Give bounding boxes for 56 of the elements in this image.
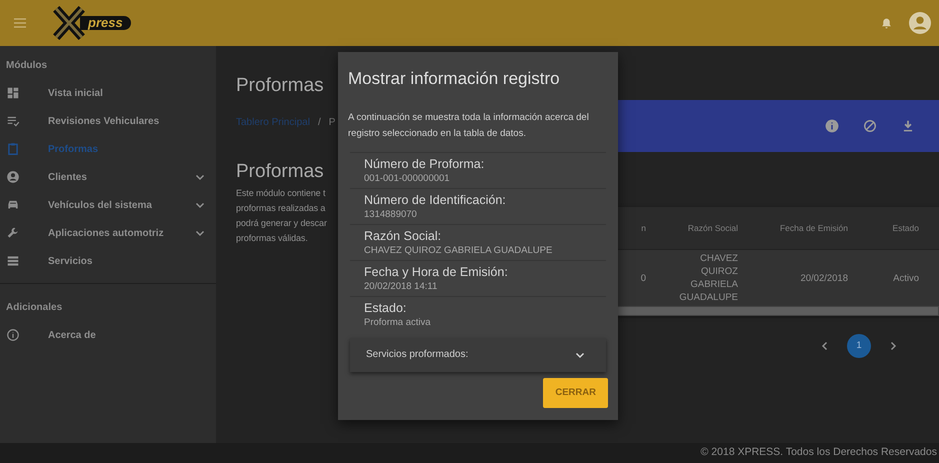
- clipboard-icon: [6, 142, 20, 156]
- column-header: Fecha de Emisión: [778, 222, 848, 234]
- field-label: Estado:: [364, 300, 408, 316]
- logo[interactable]: press: [52, 5, 131, 41]
- section-title: Proformas: [236, 160, 325, 184]
- breadcrumb-item: P: [328, 116, 336, 130]
- page-button[interactable]: 1: [847, 334, 871, 358]
- field-value: 20/02/2018 14:11: [364, 280, 438, 294]
- field-label: Número de Identificación:: [364, 192, 507, 208]
- download-icon[interactable]: [901, 119, 915, 133]
- sidebar-item[interactable]: Clientes: [0, 163, 216, 191]
- field-value: CHAVEZ QUIROZ GABRIELA GUADALUPE: [364, 244, 554, 258]
- dashboard-icon: [6, 86, 20, 100]
- close-button[interactable]: CERRAR: [543, 378, 608, 408]
- info-icon[interactable]: [825, 119, 839, 133]
- copyright-text: © 2018 XPRESS. Todos los Derechos Reservados: [700, 445, 937, 460]
- field-label: Número de Proforma:: [364, 156, 486, 172]
- field-value: 1314889070: [364, 208, 418, 222]
- expansion-panel[interactable]: Servicios proformados:: [350, 338, 606, 372]
- wrench-icon: [6, 226, 20, 240]
- field-value: Proforma activa: [364, 316, 432, 330]
- table-cell: CHAVEZ QUIROZ GABRIELA GUADALUPE: [678, 252, 738, 304]
- sidebar-item[interactable]: Acerca de: [0, 321, 216, 349]
- description-line: proformas válidas.: [236, 232, 309, 245]
- table-cell-text: Activo: [892, 272, 919, 284]
- description-line: podrá generar y descar: [236, 217, 328, 230]
- column-header: Estado: [892, 222, 919, 234]
- page-title: Proformas: [236, 74, 325, 98]
- breadcrumb-separator: /: [318, 116, 321, 130]
- sidebar-item[interactable]: Revisiones Vehiculares: [0, 107, 216, 135]
- column-header: Razón Social: [686, 222, 738, 234]
- description-line: proformas realizadas a: [236, 202, 326, 215]
- dialog-description: A continuación se muestra toda la información acerca del registro seleccionado en la tabla de datos.: [348, 110, 590, 140]
- info-icon: [6, 328, 20, 342]
- avatar-icon[interactable]: [909, 12, 931, 34]
- person-circle-icon: [6, 170, 20, 184]
- table-cell-text: 20/02/2018: [799, 272, 848, 284]
- block-icon[interactable]: [863, 119, 877, 133]
- description-line: Este módulo contiene t: [236, 187, 326, 200]
- list-icon: [6, 254, 20, 268]
- x-logo-icon: [52, 5, 86, 41]
- column-header: n: [640, 222, 646, 234]
- field-label: Fecha y Hora de Emisión:: [364, 264, 509, 280]
- logo-text: press: [80, 16, 131, 30]
- sidebar-item[interactable]: Vista inicial: [0, 79, 216, 107]
- sidebar-item[interactable]: Servicios: [0, 247, 216, 275]
- sidebar-item[interactable]: Aplicaciones automotriz: [0, 219, 216, 247]
- bell-icon[interactable]: [880, 16, 893, 30]
- section-heading: Módulos: [5, 59, 48, 73]
- dialog-title: Mostrar información registro: [348, 68, 561, 90]
- field-value: 001-001-000000001: [364, 172, 451, 186]
- table-cell-text: 0: [640, 272, 646, 284]
- checklist-icon: [6, 114, 20, 128]
- field-label: Razón Social:: [364, 228, 442, 244]
- section-heading: Adicionales: [5, 301, 64, 315]
- sidebar-item[interactable]: Vehículos del sistema: [0, 191, 216, 219]
